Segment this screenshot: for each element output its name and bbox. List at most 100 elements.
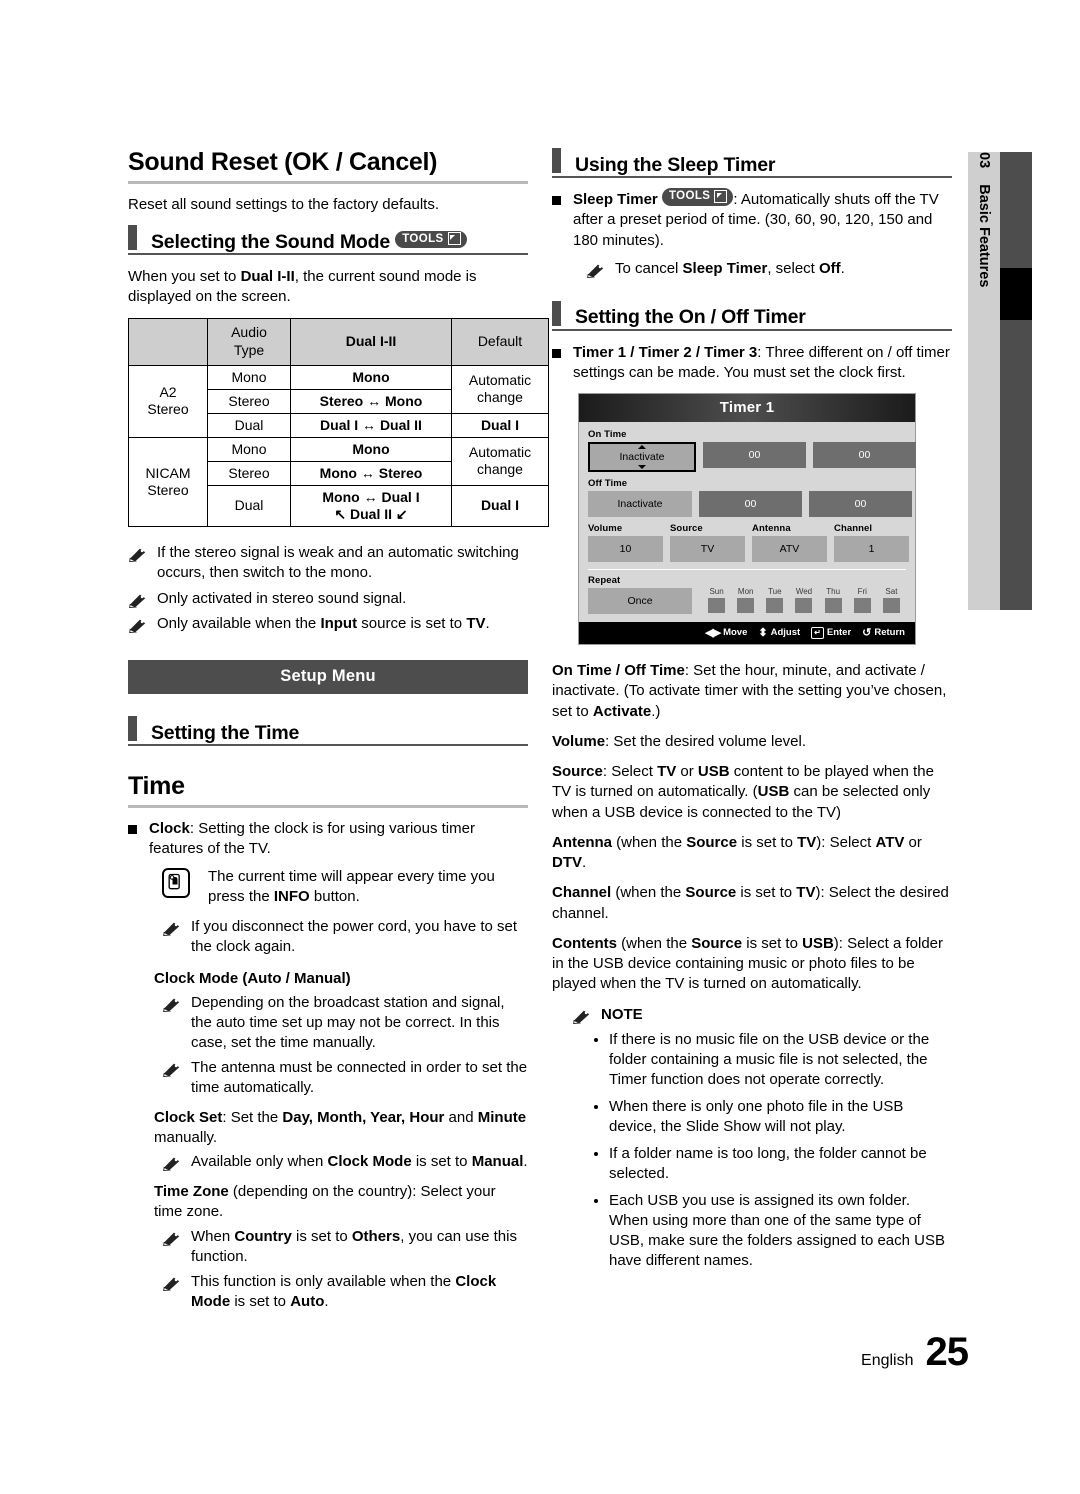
table-header-dual: Dual I-II bbox=[290, 317, 452, 366]
cell-dual-line1: Mono ↔ Dual I bbox=[322, 488, 420, 505]
contents-bold-usb: USB bbox=[802, 934, 834, 952]
note3-mid: source is set to bbox=[357, 615, 467, 633]
osd-day-sun-box[interactable] bbox=[708, 598, 726, 614]
section-underline bbox=[552, 328, 952, 331]
tools-badge-label: TOOLS bbox=[402, 232, 444, 245]
antenna-bold-source: Source bbox=[686, 833, 738, 851]
section-heading-setting-time: Setting the Time bbox=[128, 716, 528, 743]
pencil-note-icon bbox=[129, 548, 146, 563]
osd-channel-label: Channel bbox=[834, 523, 873, 535]
osd-day-checkboxes: Sun Mon Tue Wed Thu Fri Sat bbox=[702, 587, 906, 614]
manual-page: Sound Reset (OK / Cancel) Reset all soun… bbox=[0, 0, 1080, 1494]
contents-desc2: is set to bbox=[742, 934, 803, 952]
on-off-time-paragraph: On Time / Off Time: Set the hour, minute… bbox=[552, 661, 952, 722]
timezone-label: Time Zone bbox=[154, 1183, 229, 1201]
left-right-arrows-icon: ◀▶ bbox=[705, 627, 721, 640]
square-bullet-icon bbox=[128, 824, 137, 834]
cell-type: Dual bbox=[207, 484, 291, 528]
osd-day-fri-box[interactable] bbox=[853, 598, 871, 614]
channel-paragraph: Channel (when the Source is set to TV): … bbox=[552, 883, 952, 924]
timer123-bullet-item: Timer 1 / Timer 2 / Timer 3: Three diffe… bbox=[552, 343, 952, 384]
table-row: A2 Stereo Mono Mono Automatic change bbox=[128, 364, 549, 438]
osd-on-time-hour-field[interactable]: 00 bbox=[703, 442, 806, 469]
table-header-audio-type: Audio Type bbox=[207, 317, 291, 366]
sound-mode-desc-part1: When you set to bbox=[128, 268, 241, 285]
osd-day-wed-box[interactable] bbox=[795, 598, 813, 614]
osd-off-time-minute-field[interactable]: 00 bbox=[809, 491, 912, 518]
ontime-activate-bold: Activate bbox=[592, 702, 652, 720]
osd-title-bar: Timer 1 bbox=[579, 394, 915, 423]
note-text: To cancel Sleep Timer, select Off. bbox=[615, 259, 952, 279]
clockset-note-mid: is set to bbox=[411, 1153, 472, 1171]
title-rule bbox=[128, 180, 528, 184]
osd-day-tue-box[interactable] bbox=[766, 598, 784, 614]
osd-on-time-mode-field[interactable]: Inactivate bbox=[588, 442, 696, 473]
osd-antenna-field[interactable]: ATV bbox=[752, 536, 827, 563]
osd-day-fri[interactable]: Fri bbox=[848, 587, 877, 614]
osd-day-mon[interactable]: Mon bbox=[731, 587, 760, 614]
osd-footer-hints: ◀▶ Move ⬍ Adjust ↵ Enter ↺ Return bbox=[579, 622, 915, 645]
note-text: Only available when the Input source is … bbox=[157, 614, 528, 634]
pencil-note-icon bbox=[587, 264, 604, 278]
note3-end: . bbox=[485, 615, 490, 633]
antenna-desc4: or bbox=[904, 833, 922, 851]
osd-day-sun[interactable]: Sun bbox=[702, 587, 731, 614]
round-bullet-icon bbox=[594, 1038, 598, 1043]
osd-source-field[interactable]: TV bbox=[670, 536, 745, 563]
cell-dual: Mono ↔ Stereo bbox=[290, 460, 452, 486]
osd-hint-move: ◀▶ Move bbox=[705, 626, 747, 639]
cell-dual-line2: ↖ Dual II ↙ bbox=[334, 505, 408, 522]
up-down-arrows-icon: ⬍ bbox=[758, 627, 768, 640]
section-title-text: Selecting the Sound Mode bbox=[151, 230, 390, 253]
square-bullet-icon bbox=[552, 196, 561, 205]
source-desc2: or bbox=[676, 763, 698, 781]
osd-day-mon-box[interactable] bbox=[737, 598, 755, 614]
note-text: The antenna must be connected in order t… bbox=[191, 1059, 528, 1097]
osd-on-time-minute-field[interactable]: 00 bbox=[813, 442, 916, 469]
osd-day-thu-box[interactable] bbox=[824, 598, 842, 614]
osd-day-wed[interactable]: Wed bbox=[789, 587, 818, 614]
table-row: NICAM Stereo Mono Mono Automatic change bbox=[128, 436, 549, 528]
antenna-desc5: . bbox=[582, 854, 587, 872]
clock-text: Clock: Setting the clock is for using va… bbox=[149, 819, 528, 860]
clock-set-mid: and bbox=[444, 1108, 478, 1126]
osd-off-time-mode-field[interactable]: Inactivate bbox=[588, 491, 692, 518]
contents-desc1: (when the bbox=[617, 934, 692, 952]
osd-repeat-field[interactable]: Once bbox=[588, 588, 692, 615]
section-heading-onoff-timer: Setting the On / Off Timer bbox=[552, 300, 952, 329]
info-note-item: The current time will appear every time … bbox=[162, 867, 528, 907]
footer-page-number: 25 bbox=[925, 1330, 969, 1374]
note-text: Only activated in stereo sound signal. bbox=[157, 589, 407, 607]
osd-volume-field[interactable]: 10 bbox=[588, 536, 663, 563]
source-bold-usb2: USB bbox=[757, 783, 790, 801]
table-group-nicam-stereo: NICAM Stereo bbox=[128, 436, 208, 528]
clockset-note-pre: Available only when bbox=[191, 1153, 328, 1171]
osd-settings-row: Volume 10 Source TV Antenna ATV Channel … bbox=[588, 523, 909, 563]
osd-day-sat[interactable]: Sat bbox=[877, 587, 906, 614]
section-marker-bar bbox=[552, 148, 561, 173]
enter-key-icon: ↵ bbox=[811, 626, 824, 639]
osd-off-time-hour-field[interactable]: 00 bbox=[699, 491, 802, 518]
osd-day-sat-box[interactable] bbox=[882, 598, 900, 614]
default-line2: change bbox=[477, 461, 523, 478]
section-underline bbox=[552, 176, 952, 178]
osd-off-time-label: Off Time bbox=[588, 478, 628, 490]
bullet-text: If a folder name is too long, the folder… bbox=[609, 1145, 927, 1182]
side-tab-chapter: 03 Basic Features bbox=[968, 152, 1000, 610]
osd-day-thu-label: Thu bbox=[826, 587, 841, 597]
cell-type: Mono bbox=[207, 436, 291, 462]
sound-mode-desc-bold: Dual I-II bbox=[240, 268, 295, 285]
tools-badge-icon: TOOLS bbox=[661, 188, 734, 206]
section-title-onoff-timer: Setting the On / Off Timer bbox=[575, 306, 806, 329]
bullet-item: If a folder name is too long, the folder… bbox=[594, 1144, 952, 1184]
tools-badge-label: TOOLS bbox=[668, 190, 711, 203]
note-text: If the stereo signal is weak and an auto… bbox=[157, 544, 519, 581]
antenna-desc3: ): Select bbox=[816, 833, 876, 851]
osd-day-tue[interactable]: Tue bbox=[760, 587, 789, 614]
audio-type-table: Audio Type Dual I-II Default A2 Stereo M… bbox=[128, 317, 549, 528]
osd-channel-field[interactable]: 1 bbox=[834, 536, 909, 563]
group-nicam-line1: NICAM bbox=[145, 464, 191, 481]
osd-day-thu[interactable]: Thu bbox=[819, 587, 848, 614]
osd-channel-cell: Channel 1 bbox=[834, 523, 909, 563]
side-tab-number: 03 bbox=[976, 152, 992, 169]
